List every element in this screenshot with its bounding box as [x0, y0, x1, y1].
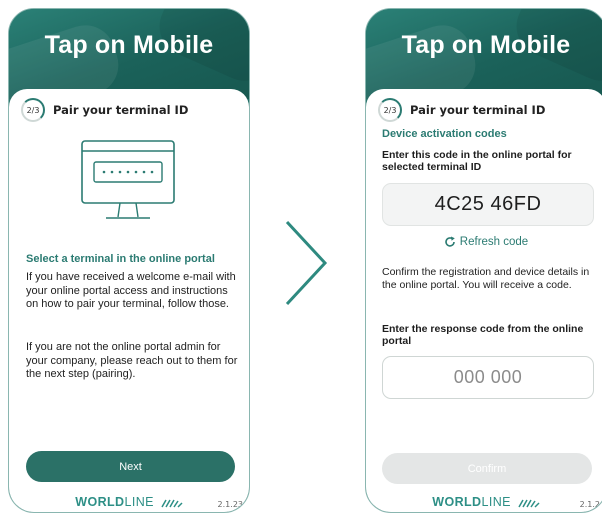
worldline-logo: WORLDLINE: [366, 495, 602, 509]
confirm-button[interactable]: Confirm: [382, 453, 592, 484]
response-code-input[interactable]: [382, 356, 594, 399]
step-label: Pair your terminal ID: [410, 103, 546, 117]
refresh-icon: [445, 236, 455, 247]
worldline-logo: WORLDLINE: [9, 495, 249, 509]
step-progress-icon: 2/3: [21, 98, 45, 122]
content-card: 2/3 Pair your terminal ID Device activat…: [366, 89, 602, 512]
worldline-waves-icon: [518, 499, 540, 508]
app-header: Tap on Mobile: [9, 9, 249, 99]
logo-text-bold: WORLD: [75, 495, 125, 509]
left-phone-screen: Tap on Mobile 2/3 Pair your terminal ID …: [8, 8, 250, 513]
section-subheading: Device activation codes: [382, 128, 507, 140]
chevron-right-icon: [285, 220, 328, 306]
next-button[interactable]: Next: [26, 451, 235, 482]
app-header: Tap on Mobile: [366, 9, 602, 99]
section-heading: Select a terminal in the online portal: [26, 253, 215, 265]
step-progress-icon: 2/3: [378, 98, 402, 122]
worldline-waves-icon: [161, 499, 183, 508]
instruction-paragraph-1: If you have received a welcome e-mail wi…: [26, 271, 236, 310]
app-version: 2.1.2: [579, 500, 600, 509]
response-code-instruction: Enter the response code from the online …: [382, 323, 584, 347]
instruction-paragraph-2: If you are not the online portal admin f…: [26, 341, 238, 380]
step-label: Pair your terminal ID: [53, 103, 189, 117]
refresh-code-label: Refresh code: [459, 236, 529, 248]
activation-code-display: 4C25 46FD: [382, 183, 594, 226]
terminal-monitor-icon: [81, 140, 175, 219]
confirm-registration-text: Confirm the registration and device deta…: [382, 266, 590, 291]
step-indicator: 2/3 Pair your terminal ID: [378, 98, 545, 122]
right-phone-screen: Tap on Mobile 2/3 Pair your terminal ID …: [365, 8, 602, 513]
code-instruction: Enter this code in the online portal for…: [382, 149, 572, 173]
header-title: Tap on Mobile: [44, 31, 214, 59]
app-version: 2.1.23: [217, 500, 243, 509]
header-title: Tap on Mobile: [401, 31, 571, 59]
logo-text-bold: WORLD: [432, 495, 482, 509]
refresh-code-link[interactable]: Refresh code: [366, 236, 602, 248]
step-indicator: 2/3 Pair your terminal ID: [21, 98, 188, 122]
content-card: 2/3 Pair your terminal ID Select a termi…: [9, 89, 249, 512]
logo-text-light: LINE: [124, 495, 154, 509]
logo-text-light: LINE: [481, 495, 511, 509]
